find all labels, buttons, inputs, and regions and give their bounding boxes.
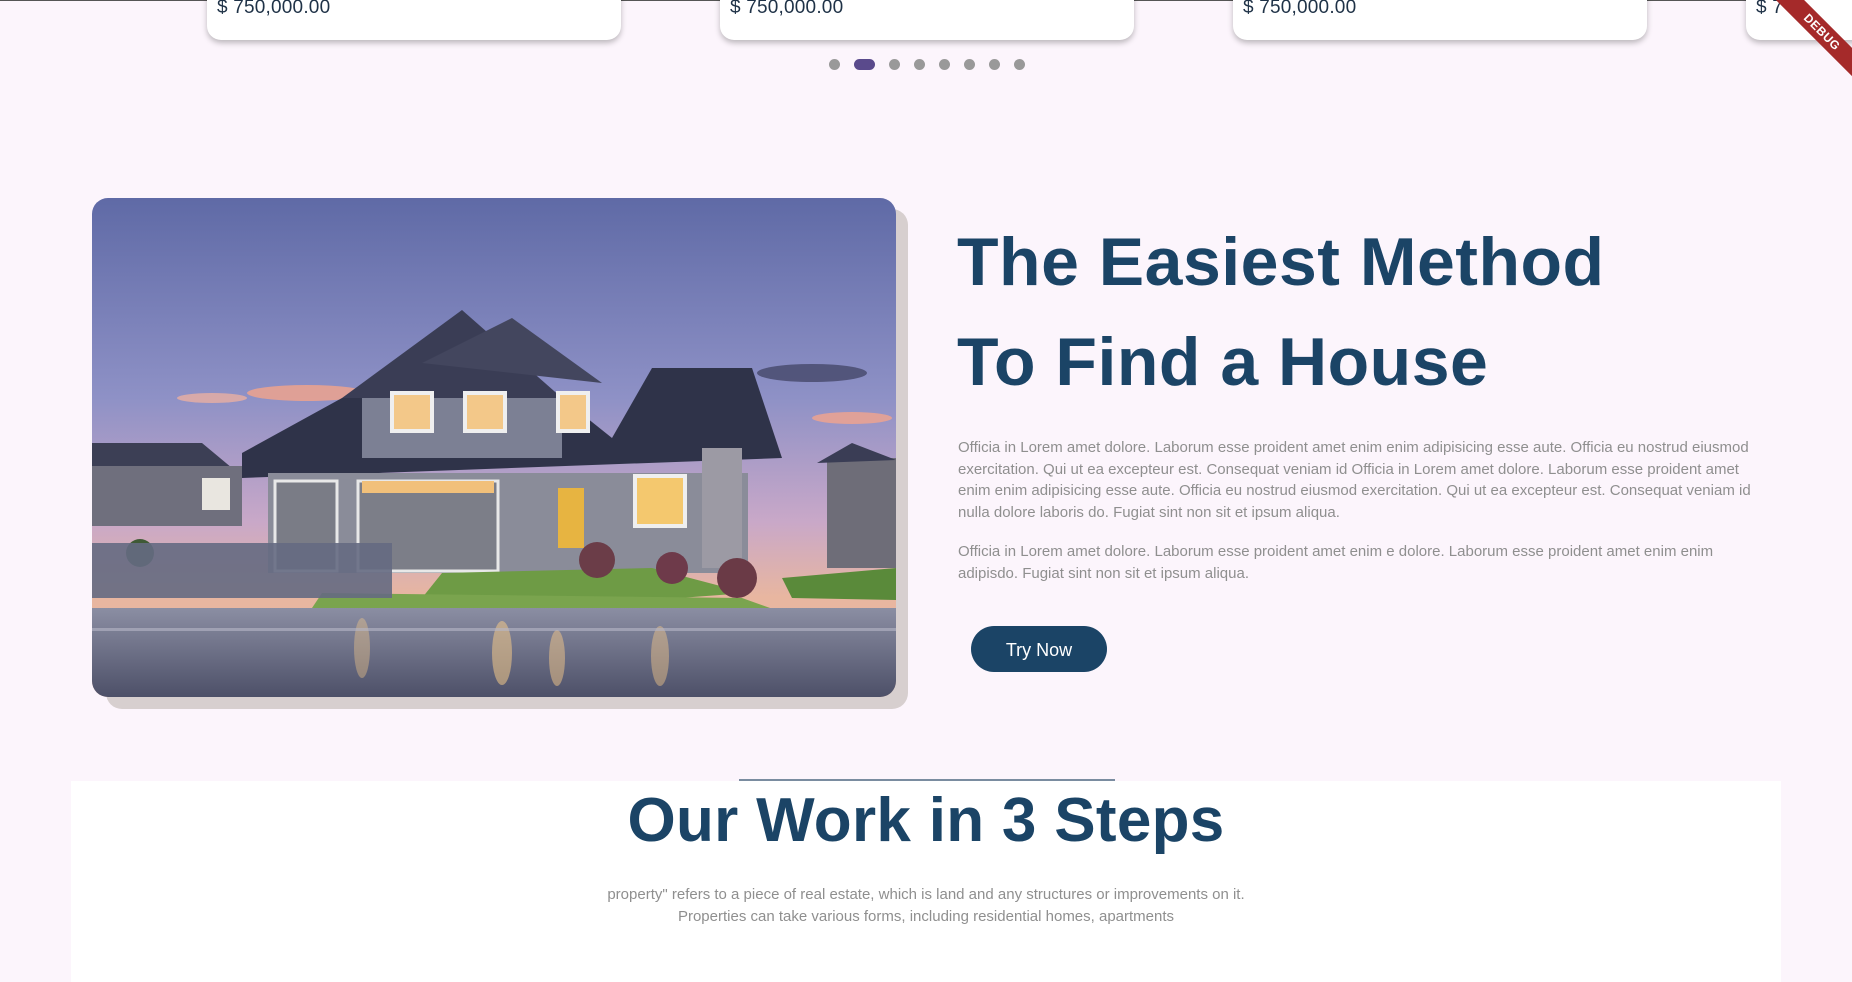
carousel-dot[interactable] [939, 59, 950, 70]
try-now-button[interactable]: Try Now [971, 626, 1107, 672]
steps-description-line-2: Properties can take various forms, inclu… [677, 908, 1175, 925]
section-divider [739, 779, 1115, 781]
carousel-dot-active[interactable] [854, 59, 875, 70]
property-card[interactable]: $ 750,000.00 [1233, 0, 1647, 40]
property-card[interactable]: $ 750,000.00 [720, 0, 1134, 40]
steps-description-line-1: property" refers to a piece of real esta… [607, 886, 1245, 903]
carousel-dot[interactable] [889, 59, 900, 70]
house-photo-illustration [92, 198, 896, 697]
hero-paragraph: Officia in Lorem amet dolore. Laborum es… [958, 543, 1714, 582]
property-price: $ 750,000.00 [730, 0, 844, 18]
carousel-dot[interactable] [964, 59, 975, 70]
house-image [92, 198, 896, 697]
carousel-dot[interactable] [829, 59, 840, 70]
page: $ 750,000.00 $ 750,000.00 $ 750,000.00 $… [0, 0, 1852, 982]
hero-title-line-2: To Find a House [957, 324, 1489, 400]
carousel-dot[interactable] [914, 59, 925, 70]
hero-title-line-1: The Easiest Method [957, 224, 1605, 300]
property-price: $ 750,000.00 [1243, 0, 1357, 18]
carousel-indicator [829, 59, 1025, 70]
carousel-dot[interactable] [989, 59, 1000, 70]
steps-description: property" refers to a piece of real esta… [0, 884, 1852, 928]
property-card[interactable]: $ 750,000.00 [207, 0, 621, 40]
hero-title: The Easiest Method To Find a House [957, 212, 1787, 412]
hero-paragraph: Officia in Lorem amet dolore. Laborum es… [958, 439, 1751, 521]
carousel-dot[interactable] [1014, 59, 1025, 70]
steps-title: Our Work in 3 Steps [627, 786, 1225, 855]
property-price: $ 750,000.00 [217, 0, 331, 18]
